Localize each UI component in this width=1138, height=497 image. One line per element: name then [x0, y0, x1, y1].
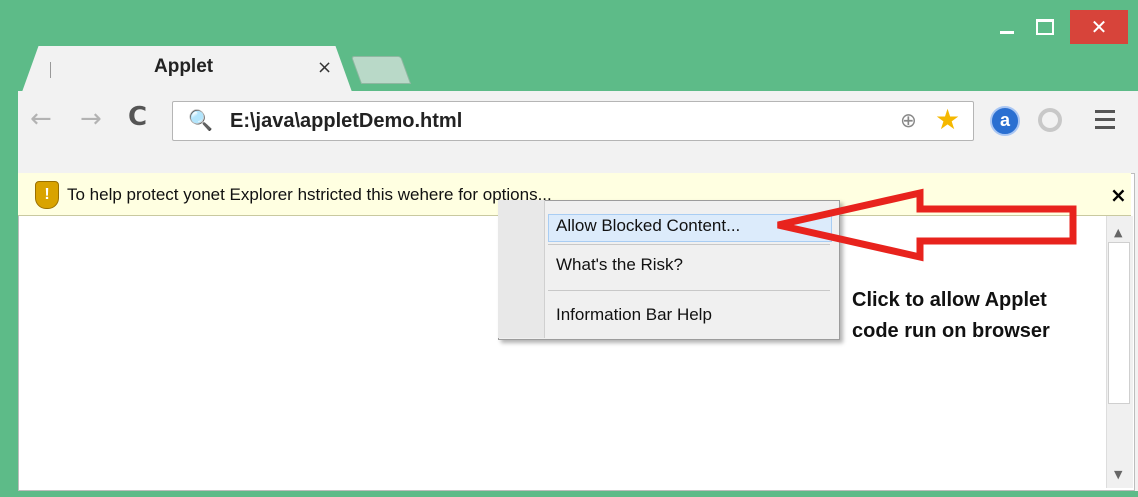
minimize-icon [1000, 30, 1014, 34]
bookmark-star-icon[interactable]: ★ [935, 103, 960, 136]
extension-a-icon[interactable]: a [990, 106, 1020, 136]
close-icon: ✕ [1090, 15, 1108, 39]
zoom-icon[interactable]: ⊕ [900, 108, 917, 132]
menu-item-whats-the-risk[interactable]: What's the Risk? [556, 255, 683, 275]
forward-icon[interactable]: → [80, 104, 102, 134]
tab-title: Applet [154, 56, 214, 77]
warning-shield-icon: ! [35, 181, 59, 209]
maximize-button[interactable] [1028, 10, 1062, 44]
scroll-up-icon[interactable]: ▲ [1114, 226, 1122, 239]
new-tab-button[interactable] [350, 56, 412, 84]
scrollbar-thumb[interactable] [1108, 242, 1130, 404]
menu-item-allow-blocked-content[interactable]: Allow Blocked Content... [556, 216, 740, 236]
search-icon: 🔍 [188, 108, 213, 132]
information-bar-text[interactable]: To help protect yonet Explorer hstricted… [67, 185, 552, 205]
annotation-caption: Click to allow Applet code run on browse… [852, 285, 1050, 347]
scroll-down-icon[interactable]: ▼ [1114, 468, 1122, 481]
menu-icon[interactable] [1095, 110, 1115, 134]
context-menu-gutter [498, 200, 545, 338]
back-icon[interactable]: ← [30, 104, 52, 134]
minimize-button[interactable] [990, 10, 1024, 44]
maximize-icon [1036, 19, 1054, 35]
annotation-line-1: Click to allow Applet [852, 289, 1047, 311]
red-arrow-annotation [777, 188, 1077, 262]
annotation-line-2: code run on browser [852, 320, 1050, 342]
information-bar-close-icon[interactable]: × [1110, 183, 1127, 207]
extension-circle-icon[interactable] [1038, 108, 1062, 132]
menu-separator [548, 290, 830, 291]
close-window-button[interactable]: ✕ [1070, 10, 1128, 44]
url-text[interactable]: E:\java\appletDemo.html [230, 110, 462, 133]
menu-item-information-bar-help[interactable]: Information Bar Help [556, 305, 712, 325]
tab-close-icon[interactable]: × [317, 57, 332, 78]
reload-icon[interactable]: C [128, 102, 147, 132]
tab-favicon-placeholder [50, 62, 51, 78]
